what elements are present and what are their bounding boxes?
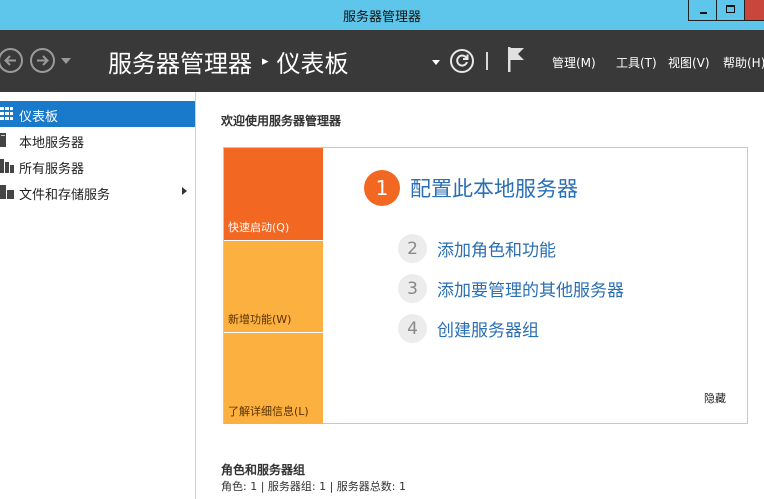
tile-quick-start[interactable]: 快速启动(Q) [224,148,323,240]
menu-tools[interactable]: 工具(T) [616,54,657,71]
menu-view[interactable]: 视图(V) [668,54,710,71]
welcome-panel: 快速启动(Q) 新增功能(W) 了解详细信息(L) 1 配置此本地服务器 2 添… [223,147,748,424]
refresh-icon [456,54,469,67]
sidebar-item-file-storage[interactable]: 文件和存储服务 [0,179,195,205]
close-button[interactable] [744,0,764,21]
refresh-button[interactable] [450,49,474,73]
breadcrumb-current: 仪表板 [276,49,349,78]
tile-label: 新增功能(W) [228,313,292,326]
breadcrumb-dropdown-icon[interactable] [432,60,440,65]
sidebar-item-label: 本地服务器 [19,136,85,151]
maximize-icon [726,5,735,13]
arrow-left-icon [4,55,16,66]
sidebar-item-local-server[interactable]: 本地服务器 [0,127,195,153]
maximize-button[interactable] [716,0,744,21]
history-dropdown-icon[interactable] [61,58,71,64]
tile-label: 了解详细信息(L) [228,405,309,418]
app-header: 服务器管理器 ▸ 仪表板 管理(M) 工具(T) 视图(V) 帮助(H) [0,30,764,92]
step-link[interactable]: 添加角色和功能 [437,236,556,261]
window-title: 服务器管理器 [342,10,421,25]
step-add-roles-features[interactable]: 2 添加角色和功能 [398,234,556,263]
minimize-icon [700,12,707,14]
step-link[interactable]: 添加要管理的其他服务器 [437,276,624,301]
roles-section-title: 角色和服务器组 [221,463,306,477]
sidebar-item-dashboard[interactable]: 仪表板 [0,101,195,127]
tile-whats-new[interactable]: 新增功能(W) [224,241,323,332]
step-configure-local-server[interactable]: 1 配置此本地服务器 [364,170,578,206]
menu-manage[interactable]: 管理(M) [552,54,596,71]
servers-icon [0,159,14,173]
step-link[interactable]: 配置此本地服务器 [410,173,578,203]
storage-icon [0,185,14,199]
title-bar: 服务器管理器 [0,0,764,30]
breadcrumb-separator-icon: ▸ [262,53,269,69]
sidebar-item-all-servers[interactable]: 所有服务器 [0,153,195,179]
server-icon [0,133,6,147]
step-link[interactable]: 创建服务器组 [437,316,539,341]
step-number-badge: 2 [398,234,427,263]
menu-help[interactable]: 帮助(H) [723,54,764,71]
step-number-badge: 1 [364,170,400,206]
roles-summary: 角色: 1 | 服务器组: 1 | 服务器总数: 1 [221,480,407,493]
notifications-flag-icon[interactable] [507,47,525,73]
sidebar-item-label: 仪表板 [19,110,59,125]
dashboard-icon [0,107,13,120]
breadcrumb: 服务器管理器 ▸ 仪表板 [108,44,349,79]
step-number-badge: 3 [398,274,427,303]
tile-learn-more[interactable]: 了解详细信息(L) [224,333,323,424]
tile-label: 快速启动(Q) [228,221,290,234]
minimize-button[interactable] [688,0,716,21]
breadcrumb-root[interactable]: 服务器管理器 [108,44,252,79]
sidebar-item-label: 所有服务器 [19,162,85,177]
arrow-right-icon [37,55,49,66]
step-create-server-group[interactable]: 4 创建服务器组 [398,314,539,343]
sidebar: 仪表板 本地服务器 所有服务器 文件和存储服务 [0,92,196,499]
step-add-other-servers[interactable]: 3 添加要管理的其他服务器 [398,274,624,303]
header-divider [486,52,488,70]
back-button[interactable] [0,48,23,73]
forward-button[interactable] [30,48,55,73]
expand-arrow-icon[interactable] [182,187,187,195]
hide-link[interactable]: 隐藏 [704,390,726,406]
sidebar-item-label: 文件和存储服务 [19,188,111,203]
welcome-title: 欢迎使用服务器管理器 [221,114,342,128]
step-number-badge: 4 [398,314,427,343]
